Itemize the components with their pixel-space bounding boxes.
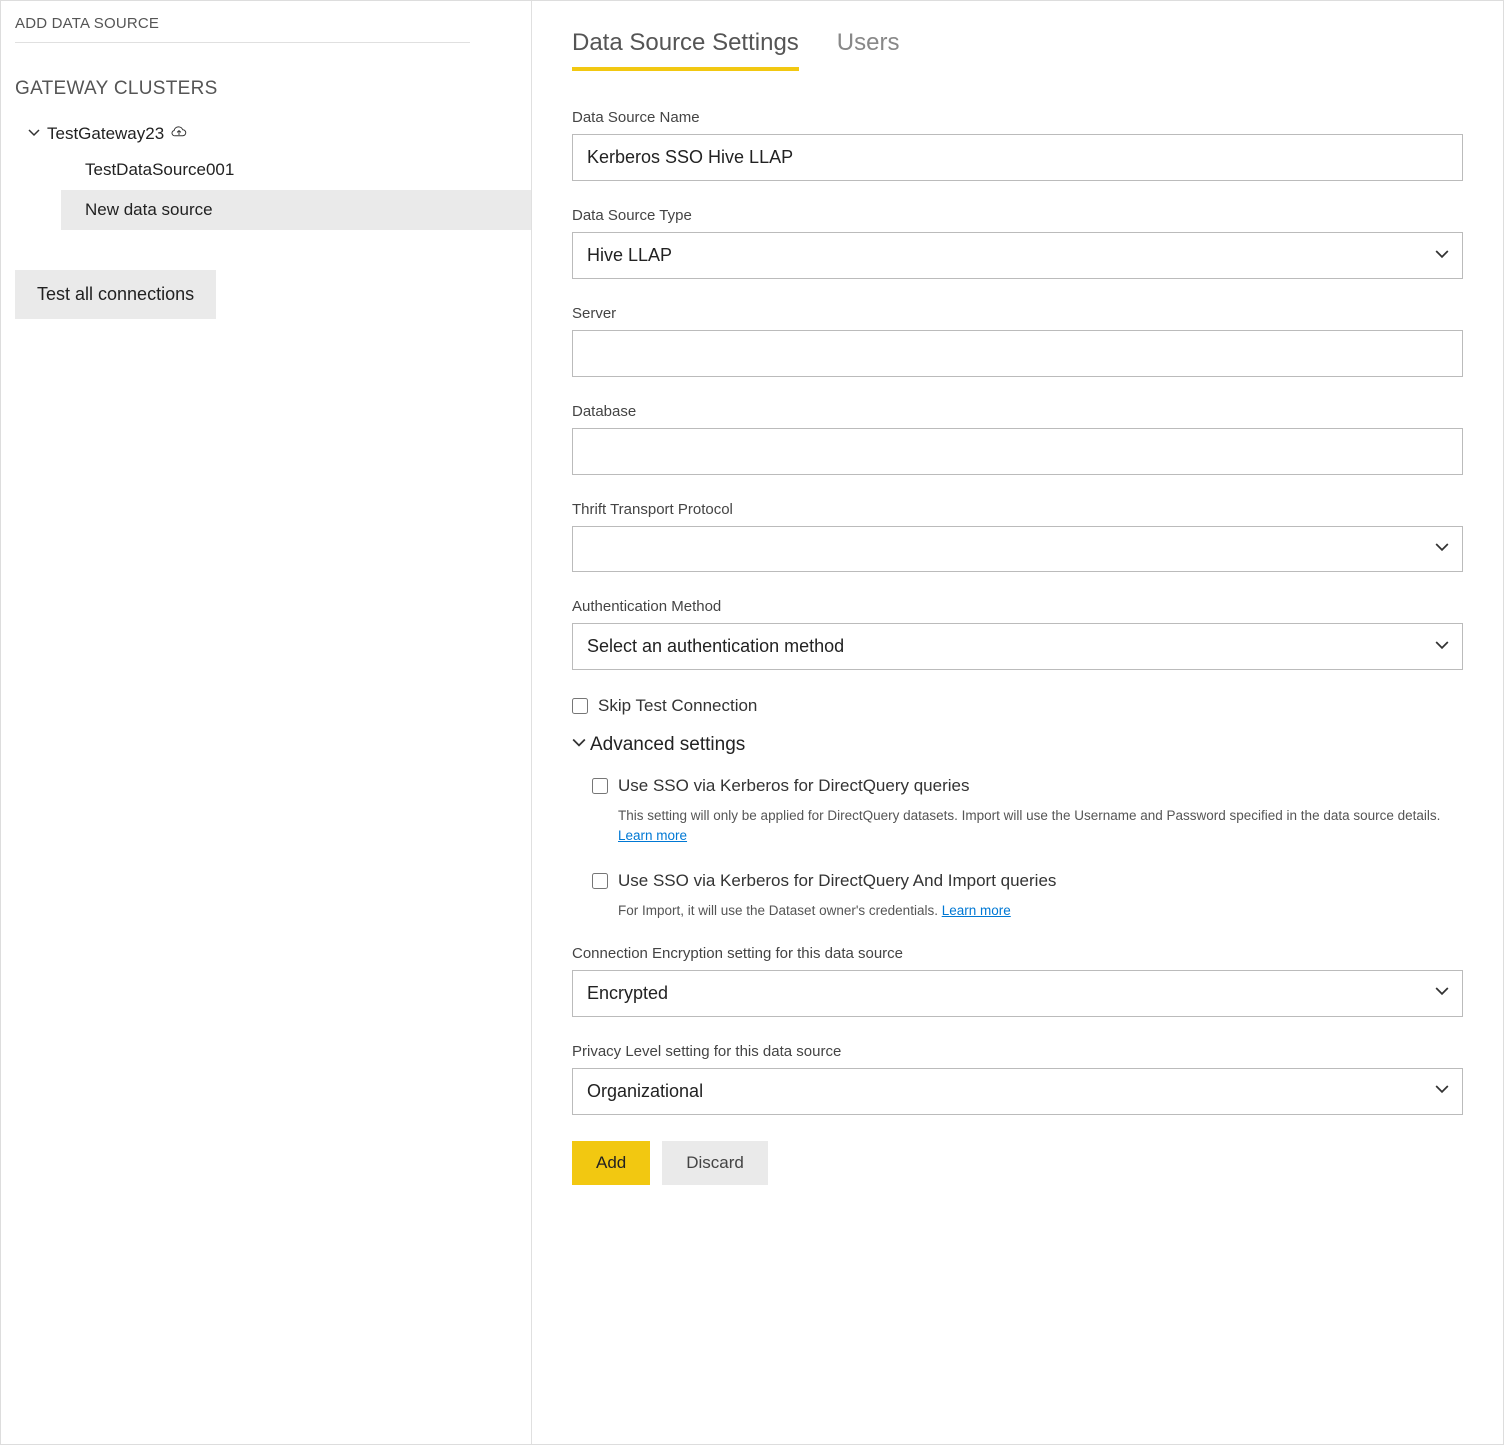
server-label: Server	[572, 305, 1463, 322]
sso-kerberos-both-checkbox[interactable]	[592, 873, 608, 889]
chevron-down-icon	[572, 734, 586, 756]
skip-test-label: Skip Test Connection	[598, 696, 757, 716]
database-input[interactable]	[572, 428, 1463, 475]
sso-kerberos-both-helper: For Import, it will use the Dataset owne…	[592, 901, 1463, 921]
data-source-name-input[interactable]	[572, 134, 1463, 181]
server-input[interactable]	[572, 330, 1463, 377]
test-all-connections-button[interactable]: Test all connections	[15, 270, 216, 319]
data-source-tree-item[interactable]: TestDataSource001	[15, 150, 517, 190]
data-source-name-label: Data Source Name	[572, 109, 1463, 126]
tab-users[interactable]: Users	[837, 29, 900, 71]
add-data-source-link[interactable]: ADD DATA SOURCE	[15, 15, 470, 43]
auth-method-label: Authentication Method	[572, 598, 1463, 615]
skip-test-checkbox[interactable]	[572, 698, 588, 714]
data-source-type-select[interactable]: Hive LLAP	[572, 232, 1463, 279]
privacy-level-select[interactable]: Organizational	[572, 1068, 1463, 1115]
sso-kerberos-both-label: Use SSO via Kerberos for DirectQuery And…	[618, 871, 1056, 891]
sso-kerberos-dq-checkbox[interactable]	[592, 778, 608, 794]
thrift-protocol-select[interactable]	[572, 526, 1463, 572]
thrift-protocol-label: Thrift Transport Protocol	[572, 501, 1463, 518]
privacy-level-label: Privacy Level setting for this data sour…	[572, 1043, 1463, 1060]
sso-kerberos-dq-helper: This setting will only be applied for Di…	[592, 806, 1463, 847]
learn-more-link[interactable]: Learn more	[942, 903, 1011, 918]
data-source-type-label: Data Source Type	[572, 207, 1463, 224]
encryption-setting-select[interactable]: Encrypted	[572, 970, 1463, 1017]
encryption-setting-label: Connection Encryption setting for this d…	[572, 945, 1463, 962]
learn-more-link[interactable]: Learn more	[618, 828, 687, 843]
gateway-name-label: TestGateway23	[47, 124, 164, 144]
sso-kerberos-dq-label: Use SSO via Kerberos for DirectQuery que…	[618, 776, 969, 796]
discard-button[interactable]: Discard	[662, 1141, 768, 1185]
cloud-up-icon	[170, 124, 188, 144]
add-button[interactable]: Add	[572, 1141, 650, 1185]
auth-method-select[interactable]: Select an authentication method	[572, 623, 1463, 670]
new-data-source-tree-item[interactable]: New data source	[61, 190, 531, 230]
gateway-clusters-heading: GATEWAY CLUSTERS	[15, 78, 517, 100]
gateway-tree-item[interactable]: TestGateway23	[15, 118, 517, 150]
database-label: Database	[572, 403, 1463, 420]
advanced-settings-toggle[interactable]: Advanced settings	[572, 734, 1463, 756]
advanced-settings-label: Advanced settings	[590, 734, 745, 756]
chevron-down-icon	[27, 124, 41, 144]
tab-data-source-settings[interactable]: Data Source Settings	[572, 29, 799, 71]
